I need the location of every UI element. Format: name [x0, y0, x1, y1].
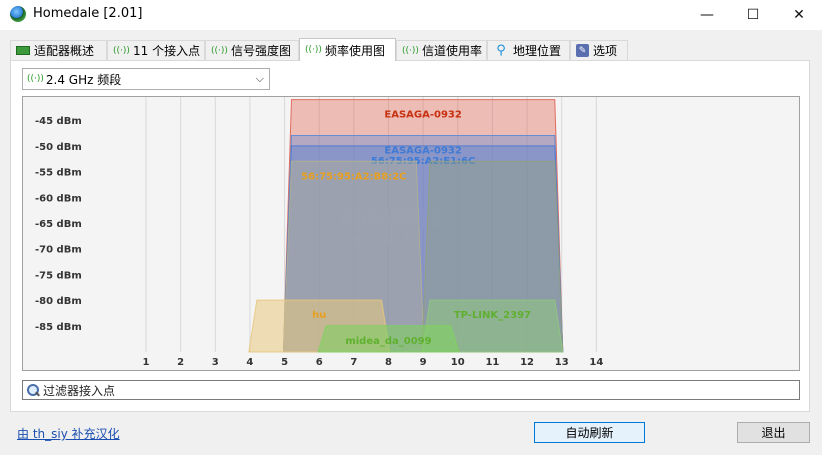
x-tick-label: 3: [212, 357, 219, 368]
x-tick-label: 4: [246, 357, 253, 368]
x-tick-label: 9: [420, 357, 427, 368]
tab-label: 适配器概述: [34, 44, 95, 58]
y-tick-label: -85 dBm: [35, 322, 82, 333]
y-tick-label: -45 dBm: [35, 116, 82, 127]
chevron-down-icon: ⌵: [255, 72, 264, 85]
y-tick-label: -65 dBm: [35, 219, 82, 230]
series-label: TP-LINK_2397: [454, 310, 531, 321]
x-tick-label: 1: [142, 357, 149, 368]
search-icon: [26, 383, 40, 397]
y-tick-label: -50 dBm: [35, 142, 82, 153]
window-title: Homedale [2.01]: [33, 6, 143, 21]
frequency-usage-chart: 闪电软件园 www.sd173.com EASAGA-0932 EASAGA-0932…: [22, 96, 800, 371]
x-tick-label: 6: [316, 357, 323, 368]
x-tick-label: 14: [589, 357, 603, 368]
tab-frequency-usage[interactable]: ((·)) 频率使用图: [299, 38, 396, 61]
band-dropdown-value: 2.4 GHz 频段: [45, 72, 122, 87]
tab-signal-graph[interactable]: ((·)) 信号强度图: [205, 40, 299, 60]
options-icon: ✎: [576, 44, 589, 57]
y-tick-label: -70 dBm: [35, 245, 82, 256]
tab-label: 频率使用图: [325, 43, 386, 58]
tab-channel-usage[interactable]: ((·)) 信道使用率: [396, 40, 487, 60]
tab-label: 地理位置: [513, 44, 562, 58]
y-tick-label: -80 dBm: [35, 296, 82, 307]
tab-label: 信号强度图: [231, 44, 292, 58]
filter-input[interactable]: 过滤器接入点: [22, 380, 800, 400]
close-button[interactable]: ✕: [776, 0, 822, 30]
wifi-signal-icon: ((·)): [27, 74, 44, 84]
credit-link[interactable]: 由 th_siy 补充汉化: [17, 425, 120, 442]
series-label: hu: [312, 310, 326, 321]
globe-icon: [10, 6, 26, 22]
exit-button[interactable]: 退出: [737, 422, 810, 443]
y-tick-label: -55 dBm: [35, 168, 82, 179]
y-tick-label: -75 dBm: [35, 270, 82, 281]
series-label: EASAGA-0932: [384, 110, 461, 121]
chart-canvas: 闪电软件园www.sd173.comEASAGA-0932EASAGA-0932…: [35, 97, 603, 368]
x-tick-label: 10: [451, 357, 465, 368]
x-tick-label: 13: [555, 357, 569, 368]
tab-label: 11 个接入点: [133, 44, 201, 58]
x-tick-label: 7: [350, 357, 357, 368]
wifi-signal-icon: ((·)): [305, 45, 322, 55]
tab-label: 选项: [593, 44, 618, 58]
tab-label: 信道使用率: [422, 44, 483, 58]
filter-placeholder: 过滤器接入点: [43, 383, 116, 398]
tab-adapter-overview[interactable]: 适配器概述: [10, 40, 107, 60]
wifi-signal-icon: ((·)): [402, 45, 419, 56]
band-dropdown[interactable]: ((·)) 2.4 GHz 频段 ⌵: [22, 68, 270, 90]
wifi-signal-icon: ((·)): [113, 45, 130, 56]
y-tick-label: -60 dBm: [35, 193, 82, 204]
network-adapter-icon: [16, 46, 30, 55]
x-tick-label: 2: [177, 357, 184, 368]
x-tick-label: 11: [485, 357, 499, 368]
tab-location[interactable]: ⚲ 地理位置: [487, 40, 570, 60]
tab-access-points[interactable]: ((·)) 11 个接入点: [107, 40, 205, 60]
x-tick-label: 12: [520, 357, 534, 368]
auto-refresh-button[interactable]: 自动刷新: [534, 422, 645, 443]
x-tick-label: 5: [281, 357, 288, 368]
maximize-button[interactable]: ☐: [730, 0, 776, 30]
series-label: midea_da_0099: [345, 336, 431, 347]
series-label: 56:75:95:A2:B8:2C: [301, 171, 406, 182]
wifi-signal-icon: ((·)): [211, 45, 228, 56]
location-pin-icon: ⚲: [496, 42, 506, 58]
x-tick-label: 8: [385, 357, 392, 368]
minimize-button[interactable]: —: [684, 0, 730, 30]
tab-options[interactable]: ✎ 选项: [570, 40, 628, 60]
title-bar: Homedale [2.01] — ☐ ✕: [0, 0, 822, 30]
